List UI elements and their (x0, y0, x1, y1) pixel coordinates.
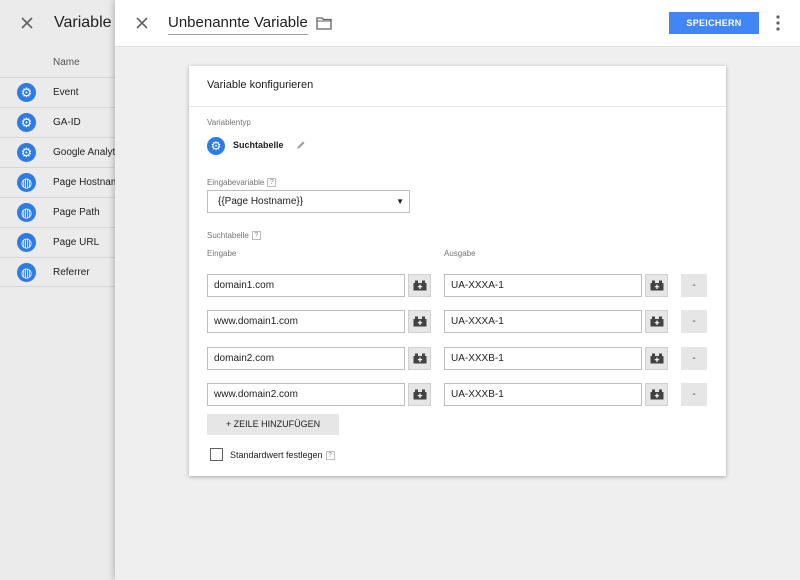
variable-block-icon (650, 280, 664, 291)
variables-list-header: Variable a (0, 0, 125, 48)
name-column-header: Name (53, 57, 80, 68)
folder-icon[interactable] (316, 16, 332, 30)
lookup-table-label: Suchtabelle? (207, 231, 261, 241)
list-item-label: Referrer (53, 267, 90, 278)
close-icon[interactable] (19, 15, 35, 31)
input-variable-label: Eingabevariable? (207, 178, 277, 188)
list-item[interactable]: ◍ Page Hostnam (0, 167, 115, 197)
row-output-field[interactable]: UA-XXXB-1 (444, 347, 642, 370)
remove-row-button[interactable]: - (681, 383, 707, 406)
remove-row-button[interactable]: - (681, 274, 707, 297)
list-item-label: Page URL (53, 237, 100, 248)
default-value-checkbox[interactable] (210, 448, 223, 461)
list-item[interactable]: ⚙ GA-ID (0, 107, 115, 137)
row-input-field[interactable]: domain1.com (207, 274, 405, 297)
list-item-label: Page Hostnam (53, 177, 115, 188)
card-title: Variable konfigurieren (207, 79, 314, 91)
editor-topbar: Unbenannte Variable SPEICHERN (115, 0, 800, 47)
insert-variable-button[interactable] (408, 383, 431, 406)
help-icon[interactable]: ? (325, 451, 335, 461)
more-vert-icon[interactable] (774, 14, 782, 32)
row-input-field[interactable]: www.domain2.com (207, 383, 405, 406)
variable-block-icon (650, 316, 664, 327)
divider (189, 106, 726, 107)
variable-block-icon (413, 389, 427, 400)
dropdown-arrow-icon: ▼ (396, 197, 404, 206)
globe-icon: ◍ (17, 233, 36, 252)
variable-block-icon (650, 353, 664, 364)
globe-icon: ◍ (17, 263, 36, 282)
list-item-label: Google Analyt (53, 147, 115, 158)
add-row-button[interactable]: + ZEILE HINZUFÜGEN (207, 414, 339, 435)
close-icon[interactable] (134, 15, 150, 31)
insert-variable-button[interactable] (408, 274, 431, 297)
row-input-field[interactable]: www.domain1.com (207, 310, 405, 333)
list-item-label: GA-ID (53, 117, 81, 128)
globe-icon: ◍ (17, 203, 36, 222)
save-button[interactable]: SPEICHERN (669, 12, 759, 34)
variables-list: ⚙ Event ⚙ GA-ID ⚙ Google Analyt ◍ Page H… (0, 77, 115, 287)
list-item[interactable]: ⚙ Google Analyt (0, 137, 115, 167)
default-value-label-text: Standardwert festlegen (230, 450, 323, 460)
variable-block-icon (413, 316, 427, 327)
list-item[interactable]: ◍ Page Path (0, 197, 115, 227)
input-variable-select[interactable]: {{Page Hostname}} ▼ (207, 190, 410, 213)
gear-icon: ⚙ (17, 83, 36, 102)
variables-list-panel: Variable a Name ⚙ Event ⚙ GA-ID ⚙ Google… (0, 0, 125, 580)
insert-variable-button[interactable] (645, 274, 668, 297)
list-item-label: Event (53, 87, 79, 98)
input-column-header: Eingabe (207, 249, 237, 258)
variable-block-icon (413, 353, 427, 364)
input-variable-label-text: Eingabevariable (207, 178, 265, 187)
variable-config-card: Variable konfigurieren Variablentyp ⚙ Su… (189, 66, 726, 476)
list-item[interactable]: ◍ Page URL (0, 227, 115, 257)
variable-editor-overlay: Unbenannte Variable SPEICHERN Variable k… (115, 0, 800, 580)
default-value-label: Standardwert festlegen? (230, 450, 335, 461)
help-icon[interactable]: ? (251, 231, 261, 241)
gear-icon: ⚙ (17, 113, 36, 132)
pencil-icon[interactable] (296, 140, 306, 150)
help-icon[interactable]: ? (267, 178, 277, 188)
gear-icon: ⚙ (17, 143, 36, 162)
input-variable-value: {{Page Hostname}} (218, 196, 304, 207)
variable-type-label: Variablentyp (207, 118, 251, 127)
list-item[interactable]: ⚙ Event (0, 77, 115, 107)
gear-icon: ⚙ (207, 137, 225, 155)
insert-variable-button[interactable] (645, 383, 668, 406)
variable-type-name[interactable]: Suchtabelle (233, 140, 284, 150)
insert-variable-button[interactable] (645, 347, 668, 370)
remove-row-button[interactable]: - (681, 347, 707, 370)
globe-icon: ◍ (17, 173, 36, 192)
row-output-field[interactable]: UA-XXXB-1 (444, 383, 642, 406)
insert-variable-button[interactable] (408, 347, 431, 370)
row-output-field[interactable]: UA-XXXA-1 (444, 310, 642, 333)
row-input-field[interactable]: domain2.com (207, 347, 405, 370)
variable-block-icon (650, 389, 664, 400)
list-item-label: Page Path (53, 207, 100, 218)
insert-variable-button[interactable] (645, 310, 668, 333)
row-output-field[interactable]: UA-XXXA-1 (444, 274, 642, 297)
output-column-header: Ausgabe (444, 249, 476, 258)
insert-variable-button[interactable] (408, 310, 431, 333)
list-item[interactable]: ◍ Referrer (0, 257, 115, 287)
variable-block-icon (413, 280, 427, 291)
variable-name-field[interactable]: Unbenannte Variable (168, 14, 308, 35)
lookup-table-label-text: Suchtabelle (207, 231, 249, 240)
remove-row-button[interactable]: - (681, 310, 707, 333)
